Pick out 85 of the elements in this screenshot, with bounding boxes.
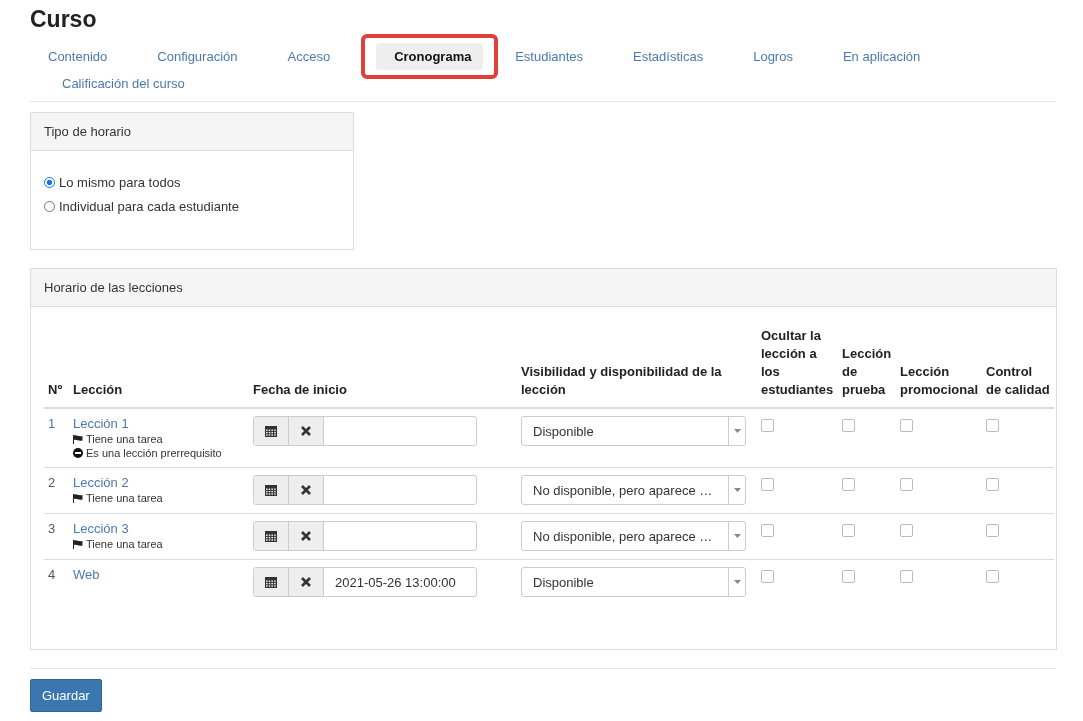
checkbox[interactable] [761,478,774,491]
caret-icon [733,488,741,492]
save-button[interactable]: Guardar [30,679,102,712]
clear-button[interactable] [289,522,324,550]
checkbox[interactable] [761,419,774,432]
column-header: Nº [44,321,69,408]
checkbox[interactable] [842,419,855,432]
clear-icon [301,577,311,587]
lesson-note: Tiene una tarea [86,433,163,445]
lesson-link[interactable]: Lección 2 [73,475,129,490]
flag-icon [73,539,83,549]
checkbox[interactable] [986,478,999,491]
column-header: Lección de prueba [838,321,896,408]
tab[interactable]: Cronograma [376,43,484,70]
calendar-icon [265,576,277,588]
panel-header: Tipo de horario [31,113,353,151]
lesson-link[interactable]: Lección 3 [73,521,129,536]
row-number: 1 [48,416,56,431]
start-date-field[interactable]: 2021-05-26 13:00:00 [253,567,477,597]
checkbox[interactable] [900,419,913,432]
minus-circle-icon [73,448,83,458]
calendar-button[interactable] [254,568,289,596]
checkbox[interactable] [900,478,913,491]
checkbox[interactable] [986,524,999,537]
checkbox[interactable] [842,524,855,537]
caret-icon [733,429,741,433]
radio-label[interactable]: Individual para cada estudiante [59,199,239,214]
tab[interactable]: Contenido [30,43,126,70]
tab[interactable]: Acceso [269,43,349,70]
start-date-field[interactable] [253,521,477,551]
start-date-field[interactable] [253,475,477,505]
checkbox[interactable] [842,478,855,491]
caret-icon [733,534,741,538]
clear-icon [301,485,311,495]
clear-icon [301,531,311,541]
row-number: 4 [48,567,56,582]
clear-button[interactable] [289,568,324,596]
start-date-field[interactable] [253,416,477,446]
column-header: Visibilidad y disponibilidad de la lección [517,321,757,408]
calendar-button[interactable] [254,522,289,550]
tab[interactable]: Estadísticas [615,43,722,70]
calendar-icon [265,484,277,496]
calendar-button[interactable] [254,417,289,445]
lesson-note: Tiene una tarea [86,538,163,550]
lesson-link[interactable]: Lección 1 [73,416,129,431]
checkbox[interactable] [986,419,999,432]
radio-label[interactable]: Lo mismo para todos [59,175,181,190]
radio-button[interactable] [44,201,55,212]
column-header: Control de calidad [982,321,1054,408]
visibility-dropdown[interactable]: No disponible, pero aparece … [521,475,746,505]
calendar-button[interactable] [254,476,289,504]
tab[interactable]: Estudiantes [497,43,602,70]
radio-button[interactable] [44,177,55,188]
panel-header: Horario de las lecciones [31,269,1056,307]
clear-icon [301,426,311,436]
tab[interactable]: Configuración [139,43,256,70]
flag-icon [73,434,83,444]
calendar-icon [265,530,277,542]
column-header: Fecha de inicio [249,321,517,408]
row-number: 3 [48,521,56,536]
checkbox[interactable] [900,570,913,583]
checkbox[interactable] [761,524,774,537]
lesson-link[interactable]: Web [73,567,100,582]
visibility-dropdown[interactable]: Disponible [521,416,746,446]
column-header: Ocultar la lección a los estudiantes [757,321,838,408]
checkbox[interactable] [900,524,913,537]
visibility-dropdown[interactable]: No disponible, pero aparece … [521,521,746,551]
caret-icon [733,580,741,584]
tab[interactable]: Calificación del curso [44,70,203,97]
clear-button[interactable] [289,476,324,504]
clear-button[interactable] [289,417,324,445]
tab[interactable]: En aplicación [824,43,939,70]
visibility-dropdown[interactable]: Disponible [521,567,746,597]
row-number: 2 [48,475,56,490]
tab[interactable]: Logros [735,43,811,70]
calendar-icon [265,425,277,437]
checkbox[interactable] [986,570,999,583]
lesson-note: Es una lección prerrequisito [86,447,222,459]
page-title: Curso [30,6,98,33]
checkbox[interactable] [842,570,855,583]
lesson-note: Tiene una tarea [86,492,163,504]
column-header: Lección [69,321,249,408]
column-header: Lección promocional [896,321,982,408]
flag-icon [73,493,83,503]
checkbox[interactable] [761,570,774,583]
